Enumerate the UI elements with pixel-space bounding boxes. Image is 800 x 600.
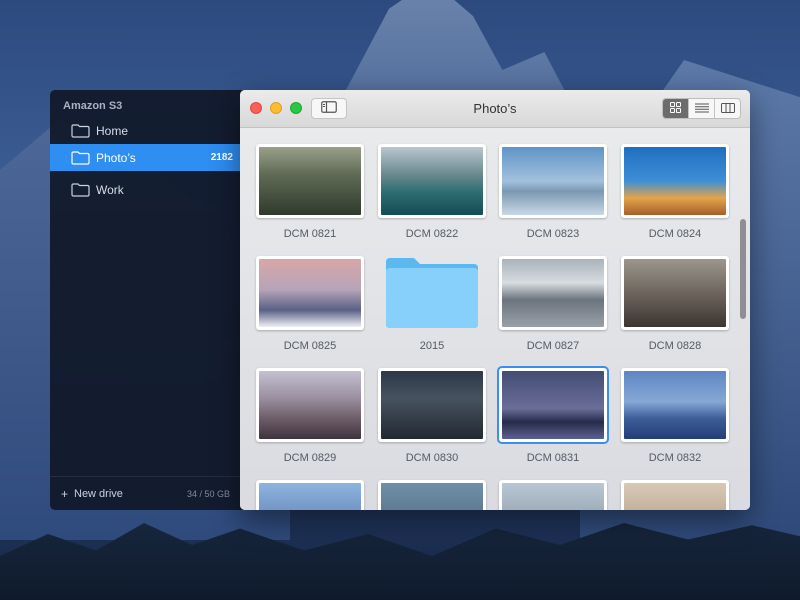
grid-item[interactable]: DCM 0825 xyxy=(256,256,364,352)
sidebar-item-photos[interactable]: Photo’s 2182 xyxy=(50,144,245,171)
item-label: DCM 0827 xyxy=(526,340,580,352)
grid-item[interactable]: DCM 0830 xyxy=(378,368,486,464)
folder-icon xyxy=(71,123,90,138)
sidebar: Amazon S3 Home Photo’s 2182 Work + New d… xyxy=(50,90,245,510)
titlebar: Photo’s xyxy=(240,90,750,128)
grid-item[interactable]: DCM 0824 xyxy=(621,144,729,240)
grid-item[interactable]: DCM 0821 xyxy=(256,144,364,240)
item-label: DCM 0828 xyxy=(648,340,702,352)
image-thumbnail xyxy=(621,256,729,330)
image-thumbnail xyxy=(621,368,729,442)
grid-item-selected[interactable]: DCM 0831 xyxy=(499,368,607,464)
image-thumbnail xyxy=(256,368,364,442)
list-view-button[interactable] xyxy=(689,99,715,118)
image-thumbnail xyxy=(621,144,729,218)
grid-item[interactable]: DCM 0828 xyxy=(621,256,729,352)
sidebar-footer: + New drive 34 / 50 GB xyxy=(50,476,245,510)
image-thumbnail xyxy=(621,480,729,510)
grid-view-button[interactable] xyxy=(663,99,689,118)
image-thumbnail xyxy=(256,256,364,330)
folder-icon xyxy=(71,182,90,197)
list-view-icon xyxy=(694,100,709,118)
plus-icon[interactable]: + xyxy=(61,487,71,501)
item-label: DCM 0823 xyxy=(526,228,580,240)
item-label: DCM 0829 xyxy=(283,452,337,464)
item-label: 2015 xyxy=(419,340,445,352)
item-label: DCM 0832 xyxy=(648,452,702,464)
image-thumbnail xyxy=(378,144,486,218)
image-thumbnail xyxy=(256,480,364,510)
storage-usage: 34 / 50 GB xyxy=(186,488,230,499)
image-thumbnail xyxy=(256,144,364,218)
item-count-badge: 2182 xyxy=(210,152,233,163)
item-label: DCM 0824 xyxy=(648,228,702,240)
vertical-scrollbar[interactable] xyxy=(740,219,746,319)
sidebar-heading: Amazon S3 xyxy=(63,100,123,112)
image-thumbnail xyxy=(499,480,607,510)
grid-item[interactable] xyxy=(499,480,607,510)
sidebar-item-label: Work xyxy=(96,182,124,197)
grid-item[interactable] xyxy=(621,480,729,510)
item-label: DCM 0821 xyxy=(283,228,337,240)
view-mode-switcher xyxy=(662,98,741,119)
sidebar-item-work[interactable]: Work xyxy=(50,176,245,203)
folder-icon xyxy=(378,256,486,330)
item-label: DCM 0825 xyxy=(283,340,337,352)
image-thumbnail xyxy=(378,368,486,442)
item-label: DCM 0830 xyxy=(405,452,459,464)
sidebar-item-home[interactable]: Home xyxy=(50,117,245,144)
grid-item[interactable] xyxy=(378,480,486,510)
image-thumbnail xyxy=(499,368,607,442)
finder-window: Photo’s DCM 0821 DCM 0822 DCM 0823 DCM 0… xyxy=(240,90,750,510)
item-label: DCM 0822 xyxy=(405,228,459,240)
sidebar-item-label: Home xyxy=(96,123,129,138)
image-thumbnail xyxy=(499,144,607,218)
grid-item[interactable]: DCM 0832 xyxy=(621,368,729,464)
grid-view-icon xyxy=(670,100,681,118)
grid-item[interactable]: DCM 0829 xyxy=(256,368,364,464)
column-view-icon xyxy=(720,100,735,118)
item-label: DCM 0831 xyxy=(526,452,580,464)
column-view-button[interactable] xyxy=(715,99,740,118)
image-thumbnail xyxy=(378,480,486,510)
grid-item[interactable]: DCM 0823 xyxy=(499,144,607,240)
folder-icon xyxy=(71,150,90,165)
grid-item[interactable]: DCM 0822 xyxy=(378,144,486,240)
new-drive-button[interactable]: New drive xyxy=(74,488,123,500)
grid-item-folder[interactable]: 2015 xyxy=(378,256,486,352)
sidebar-item-label: Photo’s xyxy=(96,150,136,165)
grid-item[interactable] xyxy=(256,480,364,510)
file-grid: DCM 0821 DCM 0822 DCM 0823 DCM 0824 DCM … xyxy=(240,129,750,510)
image-thumbnail xyxy=(499,256,607,330)
grid-item[interactable]: DCM 0827 xyxy=(499,256,607,352)
